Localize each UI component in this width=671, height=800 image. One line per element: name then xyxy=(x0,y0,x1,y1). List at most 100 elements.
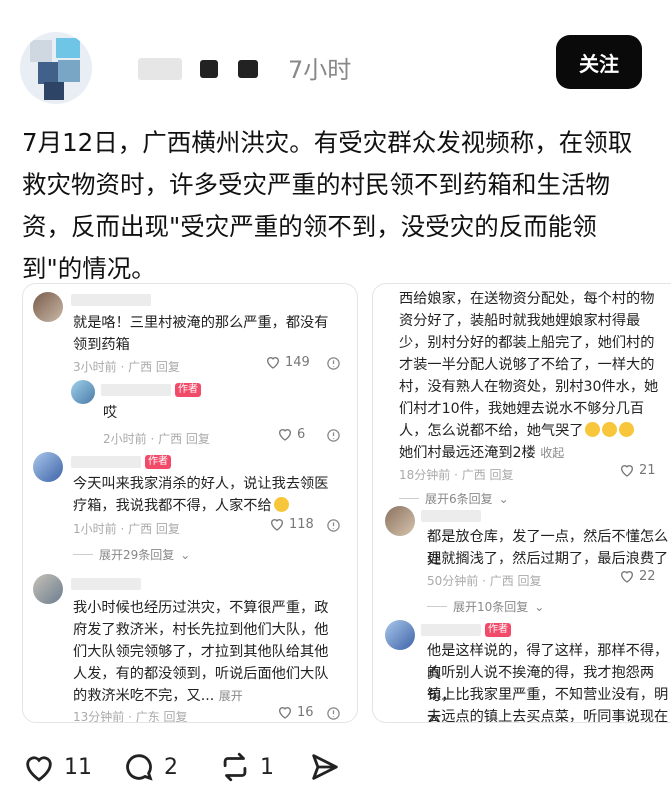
repost-button[interactable]: 1 xyxy=(218,750,274,784)
author-tag: 作者 xyxy=(145,455,171,469)
comment-text: 人，怎么说都不给，她气哭了 xyxy=(399,420,635,443)
like-count: 22 xyxy=(639,568,656,584)
comment-text: 领到药箱 xyxy=(73,337,130,353)
comment-like[interactable]: 118 xyxy=(269,516,314,532)
like-count: 6 xyxy=(297,426,306,442)
chevron-down-icon: ⌄ xyxy=(498,491,509,506)
expand-replies-label: 展开6条回复 xyxy=(425,492,493,506)
comment-like[interactable]: 6 xyxy=(277,426,305,442)
cry-emoji-icon xyxy=(585,422,601,437)
dislike-icon[interactable] xyxy=(326,518,341,533)
like-button[interactable]: 11 xyxy=(22,750,92,784)
comment-text: 哎 xyxy=(103,405,118,421)
dislike-icon[interactable] xyxy=(326,706,341,721)
comment-meta[interactable]: 3小时前 · 广西 回复 xyxy=(73,358,180,375)
comment-like[interactable]: 22 xyxy=(619,568,656,584)
commenter-name-redacted xyxy=(421,510,481,522)
expand-text-link[interactable]: 展开 xyxy=(219,689,243,703)
author-name-redacted xyxy=(238,60,258,78)
author-tag: 作者 xyxy=(175,383,201,397)
comment-text: 西给娘家，在送物资分配处，每个村的物 xyxy=(399,291,655,307)
comment-meta[interactable]: 1小时前 · 广西 回复 xyxy=(73,520,180,537)
expand-replies[interactable]: 展开10条回复 ⌄ xyxy=(427,598,544,615)
commenter-avatar xyxy=(385,620,415,650)
comment-like[interactable]: 149 xyxy=(265,354,310,370)
collapse-link[interactable]: 收起 xyxy=(540,446,564,460)
author-avatar[interactable] xyxy=(20,32,92,104)
comment-text: 才装一半分配人说够了不给了，一样大的 xyxy=(399,357,655,373)
heart-icon xyxy=(266,357,280,369)
author-tag: 作者 xyxy=(485,623,511,637)
comment-screenshot-right[interactable]: 西给娘家，在送物资分配处，每个村的物 资分好了，装船时就我她娌娘家村得最 少，别… xyxy=(372,283,671,723)
comment-meta[interactable]: 18分钟前 · 广西 回复 xyxy=(399,466,514,483)
expand-replies[interactable]: 展开6条回复 ⌄ xyxy=(399,490,509,507)
like-count: 149 xyxy=(285,354,310,370)
commenter-name-redacted xyxy=(101,384,171,396)
send-icon xyxy=(312,754,338,780)
chevron-down-icon: ⌄ xyxy=(534,599,545,614)
post-actions: 11 2 1 xyxy=(0,740,671,800)
author-name-redacted xyxy=(200,60,218,78)
heart-icon xyxy=(278,707,292,719)
expand-line xyxy=(73,554,93,555)
commenter-avatar xyxy=(33,292,63,322)
comment-text: 就是咯！三里村被淹的那么严重，都没有 xyxy=(73,315,329,331)
commenter-name-redacted xyxy=(71,294,151,306)
comment-text: 今天叫来我家消杀的好人，说让我去领医 xyxy=(73,476,329,492)
author-name-redacted[interactable] xyxy=(138,58,182,80)
comment-text: 的救济米吃不完，又... 展开 xyxy=(73,688,243,704)
post-header: 7小时 关注 xyxy=(0,0,671,110)
comment-text: 疗箱，我说我都不得，人家不给 xyxy=(73,495,289,518)
expand-replies-label: 展开29条回复 xyxy=(99,548,175,562)
heart-icon xyxy=(620,571,634,583)
repost-count: 1 xyxy=(260,754,274,780)
commenter-name-redacted xyxy=(71,578,141,590)
comment-meta[interactable]: 13分钟前 · 广东 回复 xyxy=(73,708,188,722)
comment-text: 她们村最远还淹到2楼 收起 xyxy=(399,445,565,461)
comment-text: 们大队领完领够了，才拉到其他队给其他 xyxy=(73,644,329,660)
comment-button[interactable]: 2 xyxy=(122,750,178,784)
commenter-avatar xyxy=(385,506,415,536)
like-count: 11 xyxy=(64,754,92,780)
post-time: 7小时 xyxy=(288,56,352,84)
cry-emoji-icon xyxy=(619,422,635,437)
comment-text: 村，没有熟人在物资处，别村30件水，她 xyxy=(399,379,659,395)
comment-text: 去远点的镇上去买点菜，听同事说现在菜 xyxy=(427,709,669,723)
comment-text: 人发，有的都没领到，听说后面他们大队 xyxy=(73,666,329,682)
comment-screenshot-left[interactable]: 就是咯！三里村被淹的那么严重，都没有 领到药箱 3小时前 · 广西 回复 149… xyxy=(22,283,358,723)
commenter-avatar xyxy=(71,380,95,404)
commenter-name-redacted xyxy=(71,456,141,468)
chevron-down-icon: ⌄ xyxy=(180,547,191,562)
expand-line xyxy=(399,498,419,499)
expand-line xyxy=(427,606,447,607)
comment-count: 2 xyxy=(164,754,178,780)
like-count: 16 xyxy=(297,704,314,720)
repost-icon xyxy=(223,752,247,782)
dislike-icon[interactable] xyxy=(326,356,341,371)
laugh-emoji-icon xyxy=(273,497,289,512)
heart-icon xyxy=(278,429,292,441)
like-count: 21 xyxy=(639,462,656,478)
heart-icon xyxy=(620,465,634,477)
commenter-name-redacted xyxy=(421,624,481,636)
comment-meta[interactable]: 2小时前 · 广西 回复 xyxy=(103,430,210,447)
expand-replies-label: 展开10条回复 xyxy=(453,600,529,614)
comment-meta[interactable]: 50分钟前 · 广西 回复 xyxy=(427,572,542,589)
comment-text: 资分好了，装船时就我她娌娘家村得最 xyxy=(399,313,641,329)
heart-icon xyxy=(270,519,284,531)
comment-text: 府发了救济米，村长先拉到他们大队，他 xyxy=(73,622,329,638)
comment-text: 少，别村分好的都装上船完了，她们村的 xyxy=(399,335,655,351)
commenter-avatar xyxy=(33,452,63,482)
like-count: 118 xyxy=(289,516,314,532)
cry-emoji-icon xyxy=(602,422,618,437)
comment-text: 们村才10件，我她娌去说水不够分几百 xyxy=(399,401,645,417)
share-button[interactable] xyxy=(308,750,342,784)
comment-like[interactable]: 16 xyxy=(277,704,314,720)
follow-button[interactable]: 关注 xyxy=(556,35,642,89)
commenter-avatar xyxy=(33,574,63,604)
post-text: 7月12日，广西横州洪灾。有受灾群众发视频称，在领取救灾物资时，许多受灾严重的村… xyxy=(22,128,633,283)
comment-icon xyxy=(126,754,153,781)
comment-like[interactable]: 21 xyxy=(619,462,656,478)
expand-replies[interactable]: 展开29条回复 ⌄ xyxy=(73,546,190,563)
dislike-icon[interactable] xyxy=(326,428,341,443)
